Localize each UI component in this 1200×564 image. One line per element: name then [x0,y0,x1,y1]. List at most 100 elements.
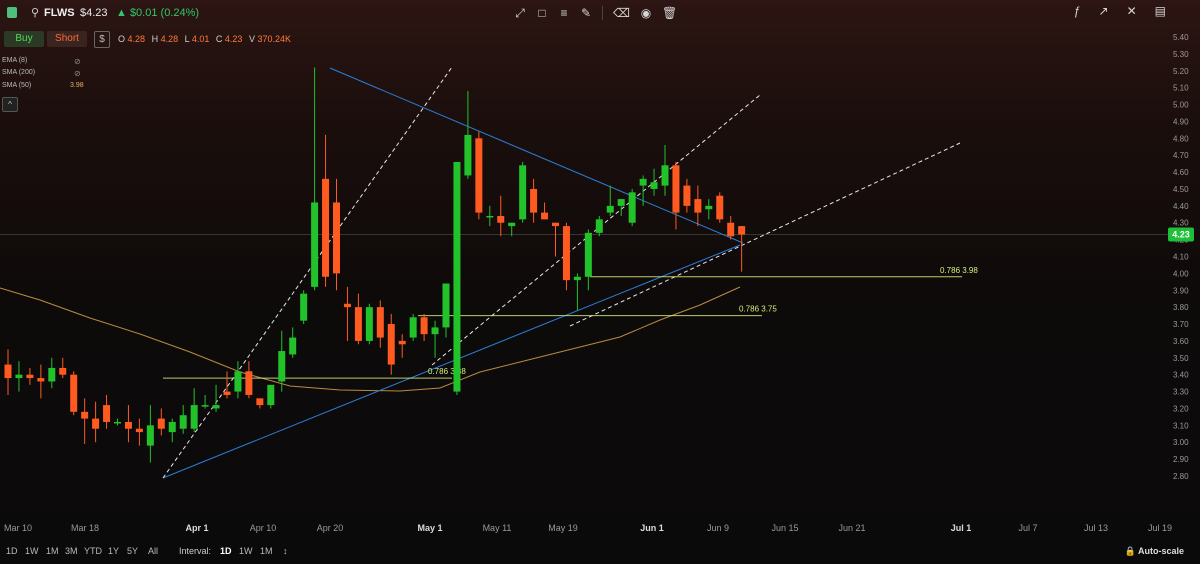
x-tick-label: Apr 20 [317,523,344,533]
x-tick-label: Jul 7 [1018,523,1037,533]
y-tick-label: 5.20 [1173,67,1189,76]
y-tick-label: 4.00 [1173,269,1189,278]
price-tag-label: 4.23 [1172,230,1190,240]
candle-body [81,411,89,419]
candle-body [124,421,132,429]
candle-body [157,418,165,429]
range-1d[interactable]: 1D [6,546,18,556]
x-tick-label: Jul 19 [1148,523,1172,533]
candle-body [530,188,538,213]
candle-body [245,371,253,395]
x-tick-label: Apr 1 [185,523,208,533]
candle-body [168,421,176,433]
y-tick-label: 4.30 [1173,219,1189,228]
y-tick-label: 4.60 [1173,168,1189,177]
candle-body [59,367,67,375]
y-tick-label: 4.40 [1173,202,1189,211]
y-tick-label: 3.00 [1173,438,1189,447]
x-tick-label: Jun 1 [640,523,664,533]
dashed-projection-line [162,66,453,479]
x-tick-label: Jun 21 [838,523,865,533]
candle-body [333,202,340,274]
y-tick-label: 4.50 [1173,185,1189,194]
range-all[interactable]: All [148,546,158,556]
candle-body [179,415,187,429]
y-tick-label: 5.00 [1173,101,1189,110]
candle-body [343,303,351,308]
y-tick-label: 5.40 [1173,33,1189,42]
candle-body [562,226,570,281]
candle-body [398,340,406,345]
y-tick-label: 3.70 [1173,320,1189,329]
fib-label: 0.786 3.98 [940,266,978,275]
candle-body [190,405,198,429]
x-tick-label: May 19 [548,523,578,533]
x-tick-label: May 11 [483,523,512,533]
candle-body [552,222,559,227]
candle-body [387,324,395,365]
candle-body [223,391,231,395]
range-ytd[interactable]: YTD [84,546,102,556]
candle-body [135,428,143,433]
y-tick-label: 3.60 [1173,337,1189,346]
candle-body [114,421,121,424]
candle-body [311,202,319,287]
bottom-bar: 1D 1W 1M 3M YTD 1Y 5Y All Interval: 1D 1… [0,543,1200,561]
y-tick-label: 3.20 [1173,404,1189,413]
x-tick-label: Jun 15 [771,523,798,533]
candle-body [26,374,34,379]
candle-body [606,205,614,213]
x-tick-label: Jun 9 [707,523,729,533]
candle-body [486,215,494,218]
candle-body [354,307,362,341]
candle-body [300,293,308,321]
candle-body [541,212,549,220]
candle-body [4,364,12,379]
lock-icon: 🔒 [1124,546,1136,556]
candle-body [694,199,702,213]
interval-stepper-icon[interactable]: ↕ [283,546,288,556]
autoscale-button[interactable]: 🔒 Auto-scale [1125,546,1184,557]
candle-body [278,351,286,382]
candle-body [92,418,100,429]
range-5y[interactable]: 5Y [127,546,138,556]
candle-body [442,283,450,328]
candle-body [15,374,23,379]
interval-1w[interactable]: 1W [239,546,253,556]
range-1w[interactable]: 1W [25,546,39,556]
range-3m[interactable]: 3M [65,546,78,556]
candle-body [409,317,417,338]
candle-body [234,371,242,392]
candle-body [37,378,45,382]
range-1m[interactable]: 1M [46,546,59,556]
trend-resistance-line [329,67,744,244]
candle-body [628,192,636,223]
candle-body [103,405,111,422]
candle-body [420,317,428,335]
candle-body [519,165,527,220]
y-tick-label: 5.30 [1173,50,1189,59]
candle-body [639,178,647,186]
y-tick-label: 4.70 [1173,151,1189,160]
candle-body [431,327,439,335]
y-tick-label: 2.80 [1173,472,1189,481]
range-1y[interactable]: 1Y [108,546,119,556]
x-tick-label: Apr 10 [250,523,277,533]
candle-body [146,425,154,446]
candle-body [365,307,373,341]
price-chart[interactable]: 5.40 5.30 5.20 5.10 5.00 4.90 4.80 4.70 4.60 4.50… [0,0,1200,564]
candle-body [705,205,713,210]
y-tick-label: 3.10 [1173,421,1189,430]
candle-body [464,134,472,176]
candle-body [727,222,735,237]
candle-body [453,161,461,392]
candle-body [376,307,384,338]
candle-body [267,384,275,406]
y-tick-label: 4.10 [1173,253,1189,262]
autoscale-label: Auto-scale [1137,546,1184,556]
x-tick-label: Jul 1 [951,523,972,533]
interval-1d[interactable]: 1D [220,546,232,556]
x-tick-label: Jul 13 [1084,523,1108,533]
interval-1m[interactable]: 1M [260,546,273,556]
y-tick-label: 3.90 [1173,286,1189,295]
